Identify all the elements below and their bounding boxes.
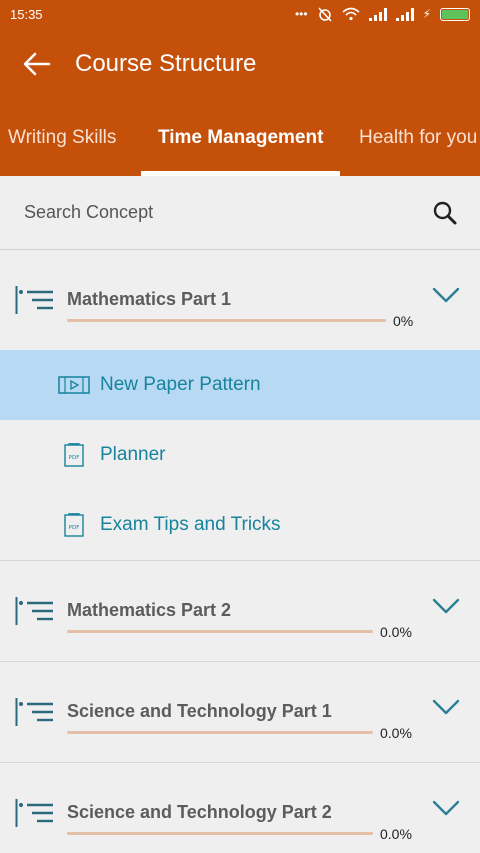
section-mathematics-part-1: Mathematics Part 1 0% New Paper Pattern … <box>0 250 480 561</box>
chevron-down-icon[interactable] <box>432 698 460 716</box>
progress-label: 0.0% <box>380 624 412 640</box>
chevron-down-icon[interactable] <box>432 286 460 304</box>
list-icon <box>15 799 53 827</box>
list-item-exam-tips[interactable]: PDF Exam Tips and Tricks <box>0 490 480 560</box>
app-bar: Course Structure <box>0 28 480 100</box>
item-label: Planner <box>100 444 166 465</box>
section-header[interactable]: Science and Technology Part 1 0.0% <box>0 662 480 762</box>
status-bar: 15:35 ••• ⚡ <box>0 0 480 28</box>
tab-indicator <box>141 171 340 176</box>
charging-icon: ⚡ <box>422 7 431 21</box>
progress-bar <box>67 630 373 633</box>
signal-icon-1 <box>368 7 387 21</box>
section-title: Mathematics Part 2 <box>67 600 232 620</box>
battery-icon <box>440 7 470 21</box>
svg-text:PDF: PDF <box>69 525 80 531</box>
back-arrow-icon <box>23 52 51 76</box>
item-label: Exam Tips and Tricks <box>100 514 281 535</box>
alarm-off-icon <box>318 7 332 22</box>
wifi-icon <box>342 7 360 21</box>
list-icon <box>15 698 53 726</box>
chevron-down-icon[interactable] <box>432 799 460 817</box>
progress-bar <box>67 832 373 835</box>
progress-bar <box>67 731 373 734</box>
list-icon <box>15 286 53 314</box>
back-button[interactable] <box>22 49 52 79</box>
search-input[interactable]: Search Concept <box>24 202 153 223</box>
pdf-icon: PDF <box>64 513 84 537</box>
section-header[interactable]: Science and Technology Part 2 0.0% <box>0 763 480 853</box>
search-bar[interactable]: Search Concept <box>0 176 480 250</box>
section-title: Mathematics Part 1 <box>67 289 232 309</box>
search-icon[interactable] <box>432 200 458 226</box>
progress-bar <box>67 319 386 322</box>
tab-time-management[interactable]: Time Management <box>158 100 323 176</box>
progress-label: 0.0% <box>380 725 412 741</box>
chevron-down-icon[interactable] <box>432 597 460 615</box>
status-icons: ••• ⚡ <box>295 6 470 22</box>
tab-writing-skills[interactable]: Writing Skills <box>8 100 116 176</box>
progress-label: 0.0% <box>380 826 412 842</box>
section-title: Science and Technology Part 1 <box>67 701 332 721</box>
section-header[interactable]: Mathematics Part 1 0% <box>0 250 480 350</box>
item-label: New Paper Pattern <box>100 374 261 395</box>
section-header[interactable]: Mathematics Part 2 0.0% <box>0 561 480 661</box>
tab-bar: Writing Skills Time Management Health fo… <box>0 100 480 176</box>
list-icon <box>15 597 53 625</box>
page-title: Course Structure <box>75 50 257 77</box>
signal-icon-2 <box>395 7 414 21</box>
section-science-technology-part-2: Science and Technology Part 2 0.0% <box>0 763 480 853</box>
tab-health-for-you[interactable]: Health for you <box>359 100 477 176</box>
list-item-new-paper-pattern[interactable]: New Paper Pattern <box>0 350 480 420</box>
progress-label: 0% <box>393 313 414 329</box>
status-time: 15:35 <box>10 6 43 22</box>
section-mathematics-part-2: Mathematics Part 2 0.0% <box>0 561 480 662</box>
list-item-planner[interactable]: PDF Planner <box>0 420 480 490</box>
section-science-technology-part-1: Science and Technology Part 1 0.0% <box>0 662 480 763</box>
more-icon: ••• <box>294 7 308 21</box>
svg-text:PDF: PDF <box>69 455 80 461</box>
pdf-icon: PDF <box>64 443 84 467</box>
video-icon <box>58 376 90 394</box>
section-title: Science and Technology Part 2 <box>67 802 332 822</box>
